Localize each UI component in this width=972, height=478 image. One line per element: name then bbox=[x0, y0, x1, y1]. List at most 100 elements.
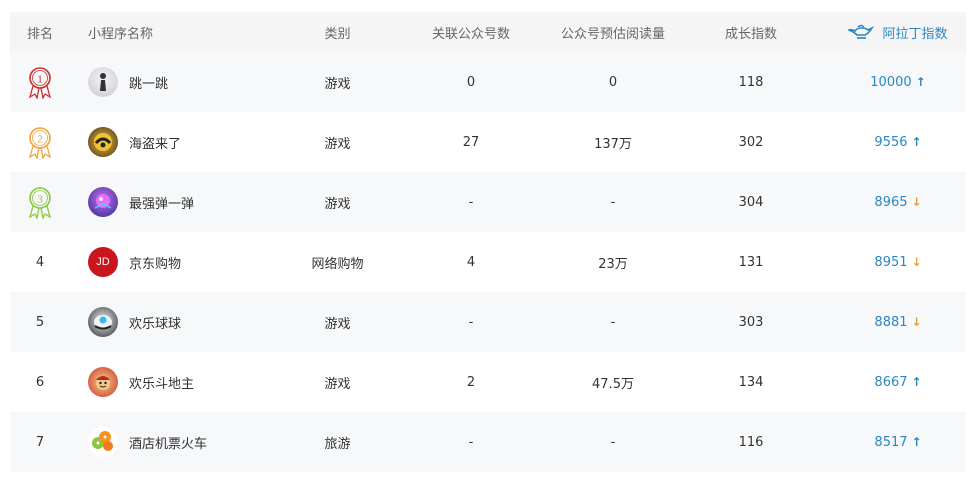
index-cell[interactable]: 8667 ↑ bbox=[830, 352, 966, 412]
pirate-icon bbox=[94, 133, 112, 151]
app-avatar-jd: JD bbox=[88, 247, 118, 277]
accounts-cell: - bbox=[468, 434, 474, 450]
accounts-cell: 2 bbox=[466, 374, 476, 390]
table-row[interactable]: 3 最强弹一弹 游戏 - - 304 8965 ↓ bbox=[10, 172, 966, 232]
index-cell[interactable]: 10000 ↑ bbox=[830, 52, 966, 112]
header-name: 小程序名称 bbox=[88, 26, 154, 42]
reads-cell: - bbox=[610, 314, 616, 330]
category-cell: 游戏 bbox=[324, 136, 351, 152]
jd-logo-text: JD bbox=[96, 256, 110, 268]
growth-cell: 134 bbox=[738, 374, 764, 390]
app-avatar-balls bbox=[88, 307, 118, 337]
app-name: 海盗来了 bbox=[129, 136, 182, 152]
app-name-cell[interactable]: 欢乐斗地主 bbox=[88, 352, 298, 412]
app-avatar-doudizhu bbox=[88, 367, 118, 397]
index-cell[interactable]: 9556 ↑ bbox=[830, 112, 966, 172]
header-index[interactable]: 阿拉丁指数 bbox=[830, 12, 966, 52]
app-name: 欢乐球球 bbox=[129, 316, 182, 332]
gold-medal-icon: 1 bbox=[28, 67, 52, 99]
table-row[interactable]: 1 跳一跳 游戏 0 0 118 10000 ↑ bbox=[10, 52, 966, 112]
rank-cell: 4 bbox=[35, 254, 45, 270]
index-value: 8965 bbox=[874, 194, 908, 210]
accounts-cell: 0 bbox=[466, 74, 476, 90]
category-cell: 网络购物 bbox=[311, 256, 364, 272]
header-category: 类别 bbox=[324, 26, 351, 42]
app-name-cell[interactable]: 欢乐球球 bbox=[88, 292, 298, 352]
app-avatar-jump bbox=[88, 67, 118, 97]
growth-cell: 302 bbox=[738, 134, 764, 150]
category-cell: 游戏 bbox=[324, 376, 351, 392]
app-avatar-travel bbox=[88, 427, 118, 457]
table-row[interactable]: 4 JD 京东购物 网络购物 4 23万 131 8951 ↓ bbox=[10, 232, 966, 292]
app-name-cell[interactable]: JD 京东购物 bbox=[88, 232, 298, 292]
ball-icon bbox=[94, 194, 112, 209]
rank-cell: 2 bbox=[10, 112, 70, 172]
index-value: 8517 bbox=[874, 434, 908, 450]
app-name-cell[interactable]: 跳一跳 bbox=[88, 52, 298, 112]
app-name: 欢乐斗地主 bbox=[129, 376, 195, 392]
index-value: 8951 bbox=[874, 254, 908, 270]
table-row[interactable]: 7 酒店机票火车 旅游 - - 116 8517 ↑ bbox=[10, 412, 966, 472]
table-header: 排名 小程序名称 类别 关联公众号数 公众号预估阅读量 成长指数 阿拉丁指数 bbox=[10, 12, 966, 52]
growth-cell: 303 bbox=[738, 314, 764, 330]
rank-cell: 1 bbox=[10, 52, 70, 112]
app-name-cell[interactable]: 酒店机票火车 bbox=[88, 412, 298, 472]
travel-logo-icon bbox=[92, 431, 113, 451]
app-name: 酒店机票火车 bbox=[129, 436, 208, 452]
index-cell[interactable]: 8517 ↑ bbox=[830, 412, 966, 472]
table-row[interactable]: 2 海盗来了 游戏 27 137万 302 9556 ↑ bbox=[10, 112, 966, 172]
growth-cell: 304 bbox=[738, 194, 764, 210]
header-reads: 公众号预估阅读量 bbox=[560, 26, 665, 42]
category-cell: 游戏 bbox=[324, 316, 351, 332]
rank-cell: 5 bbox=[35, 314, 45, 330]
trend-up-icon: ↑ bbox=[911, 435, 922, 449]
index-value: 8667 bbox=[874, 374, 908, 390]
app-name: 跳一跳 bbox=[129, 76, 169, 92]
app-name-cell[interactable]: 海盗来了 bbox=[88, 112, 298, 172]
app-name-cell[interactable]: 最强弹一弹 bbox=[88, 172, 298, 232]
robot-ball-icon bbox=[94, 315, 112, 330]
app-name: 最强弹一弹 bbox=[129, 196, 195, 212]
reads-cell: 47.5万 bbox=[592, 376, 634, 392]
category-cell: 游戏 bbox=[324, 196, 351, 212]
chess-piece-icon bbox=[100, 73, 106, 91]
trend-up-icon: ↑ bbox=[915, 75, 926, 89]
ranking-table: 排名 小程序名称 类别 关联公众号数 公众号预估阅读量 成长指数 阿拉丁指数 1… bbox=[10, 12, 966, 472]
index-cell[interactable]: 8951 ↓ bbox=[830, 232, 966, 292]
header-index-label: 阿拉丁指数 bbox=[882, 26, 948, 42]
index-cell[interactable]: 8881 ↓ bbox=[830, 292, 966, 352]
trend-up-icon: ↑ bbox=[911, 375, 922, 389]
trend-down-icon: ↓ bbox=[911, 255, 922, 269]
trend-down-icon: ↓ bbox=[911, 315, 922, 329]
app-avatar-pirates bbox=[88, 127, 118, 157]
growth-cell: 116 bbox=[738, 434, 764, 450]
index-value: 8881 bbox=[874, 314, 908, 330]
silver-medal-icon: 2 bbox=[28, 127, 52, 159]
app-name: 京东购物 bbox=[129, 256, 182, 272]
accounts-cell: - bbox=[468, 194, 474, 210]
cartoon-face-icon bbox=[96, 376, 110, 390]
svg-text:2: 2 bbox=[37, 134, 43, 146]
header-growth: 成长指数 bbox=[724, 26, 777, 42]
growth-cell: 131 bbox=[738, 254, 764, 270]
index-cell[interactable]: 8965 ↓ bbox=[830, 172, 966, 232]
table-row[interactable]: 6 欢乐斗地主 游戏 2 47.5万 134 8667 ↑ bbox=[10, 352, 966, 412]
svg-text:3: 3 bbox=[37, 194, 43, 206]
rank-cell: 7 bbox=[35, 434, 45, 450]
app-avatar-bounce bbox=[88, 187, 118, 217]
category-cell: 游戏 bbox=[324, 76, 351, 92]
header-rank: 排名 bbox=[26, 26, 53, 42]
rank-cell: 3 bbox=[10, 172, 70, 232]
bronze-medal-icon: 3 bbox=[28, 187, 52, 219]
header-accounts: 关联公众号数 bbox=[431, 26, 510, 42]
table-row[interactable]: 5 欢乐球球 游戏 - - 303 8881 ↓ bbox=[10, 292, 966, 352]
reads-cell: - bbox=[610, 194, 616, 210]
index-value: 10000 bbox=[870, 74, 912, 90]
accounts-cell: 4 bbox=[466, 254, 476, 270]
reads-cell: - bbox=[610, 434, 616, 450]
trend-down-icon: ↓ bbox=[911, 195, 922, 209]
aladdin-lamp-icon bbox=[848, 24, 875, 39]
trend-up-icon: ↑ bbox=[911, 135, 922, 149]
category-cell: 旅游 bbox=[324, 436, 351, 452]
index-value: 9556 bbox=[874, 134, 908, 150]
